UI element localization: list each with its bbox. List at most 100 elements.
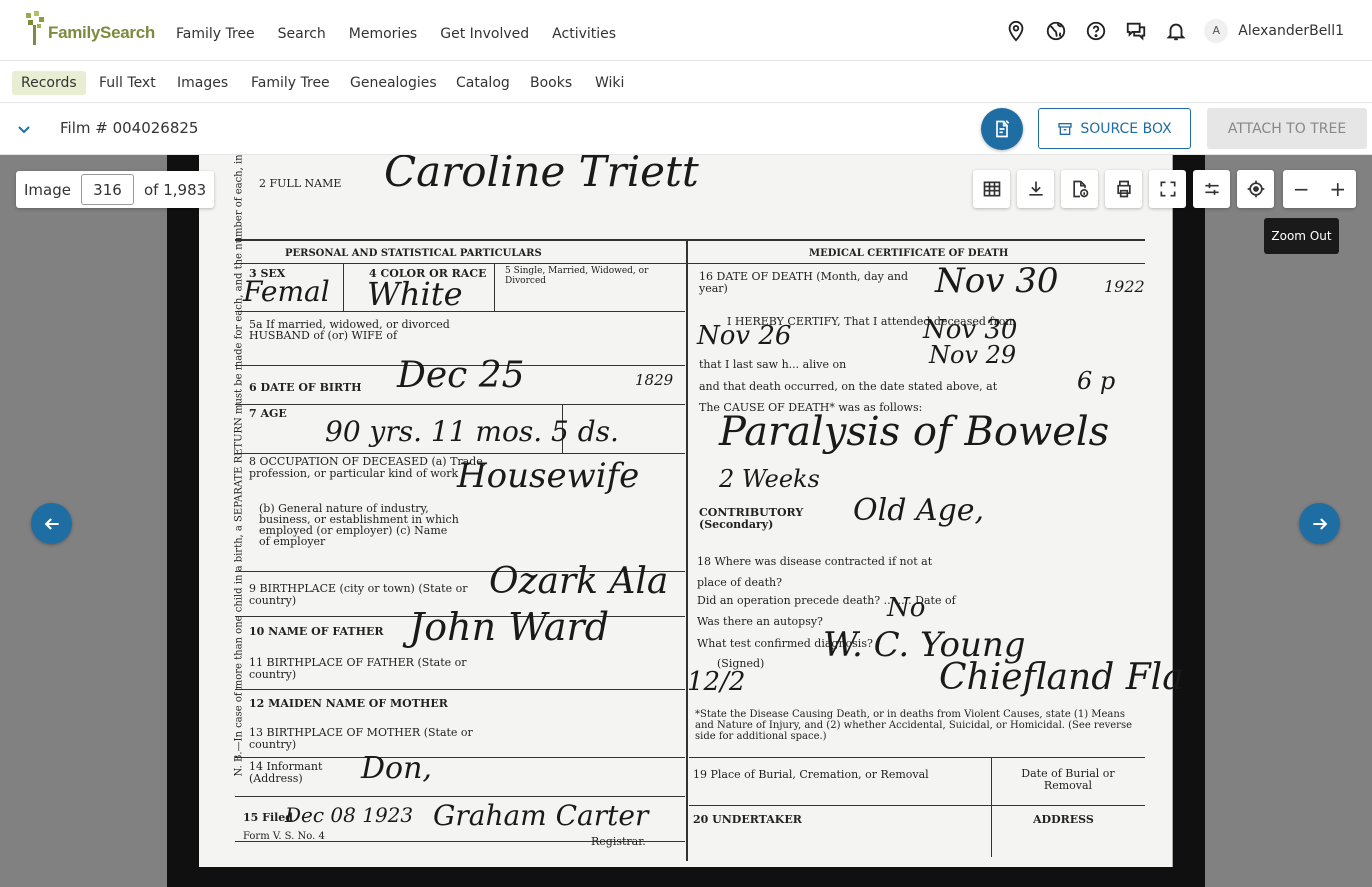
record-image[interactable]: 2 FULL NAME Caroline Triett PERSONAL AND… xyxy=(167,155,1205,887)
menu-get-involved[interactable]: Get Involved xyxy=(440,26,529,42)
subnav-wiki[interactable]: Wiki xyxy=(586,71,633,95)
source-box-button[interactable]: SOURCE BOX xyxy=(1038,108,1191,149)
arrow-right-icon xyxy=(1312,517,1327,530)
fullscreen-button[interactable] xyxy=(1149,170,1186,208)
previous-image-button[interactable] xyxy=(31,503,72,544)
margin-note: N. B.—In case of more than one child in … xyxy=(233,155,245,777)
attach-to-tree-button[interactable]: ATTACH TO TREE xyxy=(1207,108,1367,149)
help-icon[interactable] xyxy=(1076,11,1116,51)
menu-search[interactable]: Search xyxy=(278,26,326,42)
image-adjust-button[interactable] xyxy=(1193,170,1230,208)
fullscreen-icon xyxy=(1160,181,1175,197)
logo-text: FamilySearch xyxy=(48,23,155,42)
death-year-value: 1922 xyxy=(1104,277,1145,296)
burial-date-label: Date of Burial or Removal xyxy=(1021,767,1115,792)
familysearch-logo[interactable]: FamilySearch xyxy=(24,11,155,45)
mother-label: 12 MAIDEN NAME OF MOTHER xyxy=(249,697,448,710)
registrar-signature: Graham Carter xyxy=(433,799,649,832)
notifications-bell-icon[interactable] xyxy=(1156,11,1196,51)
username[interactable]: AlexanderBell1 xyxy=(1238,23,1344,39)
sex-value: Femal xyxy=(243,275,330,308)
zoom-out-button[interactable]: − xyxy=(1283,170,1320,208)
sliders-icon xyxy=(1204,183,1219,195)
death-date-value: Nov 30 xyxy=(935,261,1059,301)
death-time-value: 6 p xyxy=(1077,367,1116,395)
birth-label: 6 DATE OF BIRTH xyxy=(249,381,362,394)
filed-value: Dec 08 1923 xyxy=(285,803,414,827)
age-value: 90 yrs. 11 mos. 5 ds. xyxy=(325,415,619,448)
burial-label: 19 Place of Burial, Cremation, or Remova… xyxy=(693,768,929,781)
image-number-input[interactable] xyxy=(80,174,134,205)
full-name-value: Caroline Triett xyxy=(384,155,699,196)
cause-value: Paralysis of Bowels xyxy=(719,409,1110,455)
menu-family-tree[interactable]: Family Tree xyxy=(176,26,255,42)
death-occurred-line: and that death occurred, on the date sta… xyxy=(699,380,998,393)
image-label: Image xyxy=(24,180,71,199)
image-total: of 1,983 xyxy=(143,180,207,199)
records-subnav: Records Full Text Images Family Tree Gen… xyxy=(0,61,1372,103)
undertaker-address-label: ADDRESS xyxy=(1033,813,1094,826)
occupation-employer-label: (b) General nature of industry, business… xyxy=(259,502,459,548)
birth-date-value: Dec 25 xyxy=(397,355,525,396)
messages-icon[interactable] xyxy=(1116,11,1156,51)
globe-icon[interactable] xyxy=(1036,11,1076,51)
certify-from-value: Nov 26 xyxy=(697,321,792,351)
mother-birthplace-label: 13 BIRTHPLACE OF MOTHER (State or countr… xyxy=(249,726,473,751)
main-menu: Family Tree Search Memories Get Involved… xyxy=(176,26,639,42)
tree-logo-icon xyxy=(24,11,46,45)
crosshair-icon xyxy=(1247,180,1264,198)
contributory-value: Old Age, xyxy=(853,493,985,528)
user-avatar[interactable]: A xyxy=(1204,18,1229,43)
chevron-down-icon[interactable] xyxy=(14,119,34,139)
birth-year-value: 1829 xyxy=(635,371,674,389)
registrar-label: Registrar. xyxy=(591,835,646,848)
zoom-controls: − + xyxy=(1283,170,1356,208)
image-counter: Image of 1,983 xyxy=(16,171,215,208)
address-value: Chiefland Fla xyxy=(939,657,1184,698)
form-label: Form V. S. No. 4 xyxy=(243,831,325,842)
subnav-images[interactable]: Images xyxy=(168,71,237,95)
marital-label: 5 Single, Married, Widowed, or Divorced xyxy=(505,266,649,286)
arrow-left-icon xyxy=(44,517,59,530)
print-button[interactable] xyxy=(1105,170,1142,208)
source-box-icon xyxy=(1058,122,1072,135)
map-pin-icon[interactable] xyxy=(996,11,1036,51)
disease-contracted-label: 18 Where was disease contracted if not a… xyxy=(697,555,933,589)
grid-view-button[interactable] xyxy=(973,170,1010,208)
image-info-button[interactable] xyxy=(1061,170,1098,208)
undertaker-label: 20 UNDERTAKER xyxy=(693,813,802,826)
informant-value: Don, xyxy=(361,751,432,786)
occupation-value: Housewife xyxy=(457,456,640,496)
death-certificate: 2 FULL NAME Caroline Triett PERSONAL AND… xyxy=(199,155,1184,867)
image-viewer[interactable]: 2 FULL NAME Caroline Triett PERSONAL AND… xyxy=(0,155,1372,887)
autopsy-value: No xyxy=(887,593,926,623)
subnav-records[interactable]: Records xyxy=(12,71,86,95)
color-value: White xyxy=(367,275,463,313)
film-title: Film # 004026825 xyxy=(60,119,199,137)
father-value: John Ward xyxy=(409,605,610,649)
user-navigation: A AlexanderBell1 xyxy=(996,0,1372,61)
viewer-toolbar xyxy=(973,170,1274,208)
subnav-genealogies[interactable]: Genealogies xyxy=(341,71,446,95)
subnav-family-tree[interactable]: Family Tree xyxy=(242,71,339,95)
record-info-button[interactable] xyxy=(981,108,1023,150)
menu-memories[interactable]: Memories xyxy=(349,26,417,42)
next-image-button[interactable] xyxy=(1299,503,1340,544)
medical-header: MEDICAL CERTIFICATE OF DEATH xyxy=(809,248,1009,259)
father-label: 10 NAME OF FATHER xyxy=(249,625,384,638)
zoom-out-tooltip: Zoom Out xyxy=(1264,218,1339,254)
birthplace-value: Ozark Ala xyxy=(489,561,669,602)
subnav-books[interactable]: Books xyxy=(521,71,581,95)
signed-date-value: 12/2 xyxy=(687,667,746,697)
autopsy-label: Was there an autopsy? xyxy=(697,615,823,628)
husband-label: 5a If married, widowed, or divorced HUSB… xyxy=(249,318,450,342)
download-button[interactable] xyxy=(1017,170,1054,208)
footnote-text: *State the Disease Causing Death, or in … xyxy=(695,709,1133,742)
locate-button[interactable] xyxy=(1237,170,1274,208)
subnav-full-text[interactable]: Full Text xyxy=(90,71,165,95)
duration-value: 2 Weeks xyxy=(719,465,820,493)
zoom-in-button[interactable]: + xyxy=(1320,170,1357,208)
grid-icon xyxy=(983,181,1000,197)
menu-activities[interactable]: Activities xyxy=(552,26,616,42)
subnav-catalog[interactable]: Catalog xyxy=(447,71,519,95)
